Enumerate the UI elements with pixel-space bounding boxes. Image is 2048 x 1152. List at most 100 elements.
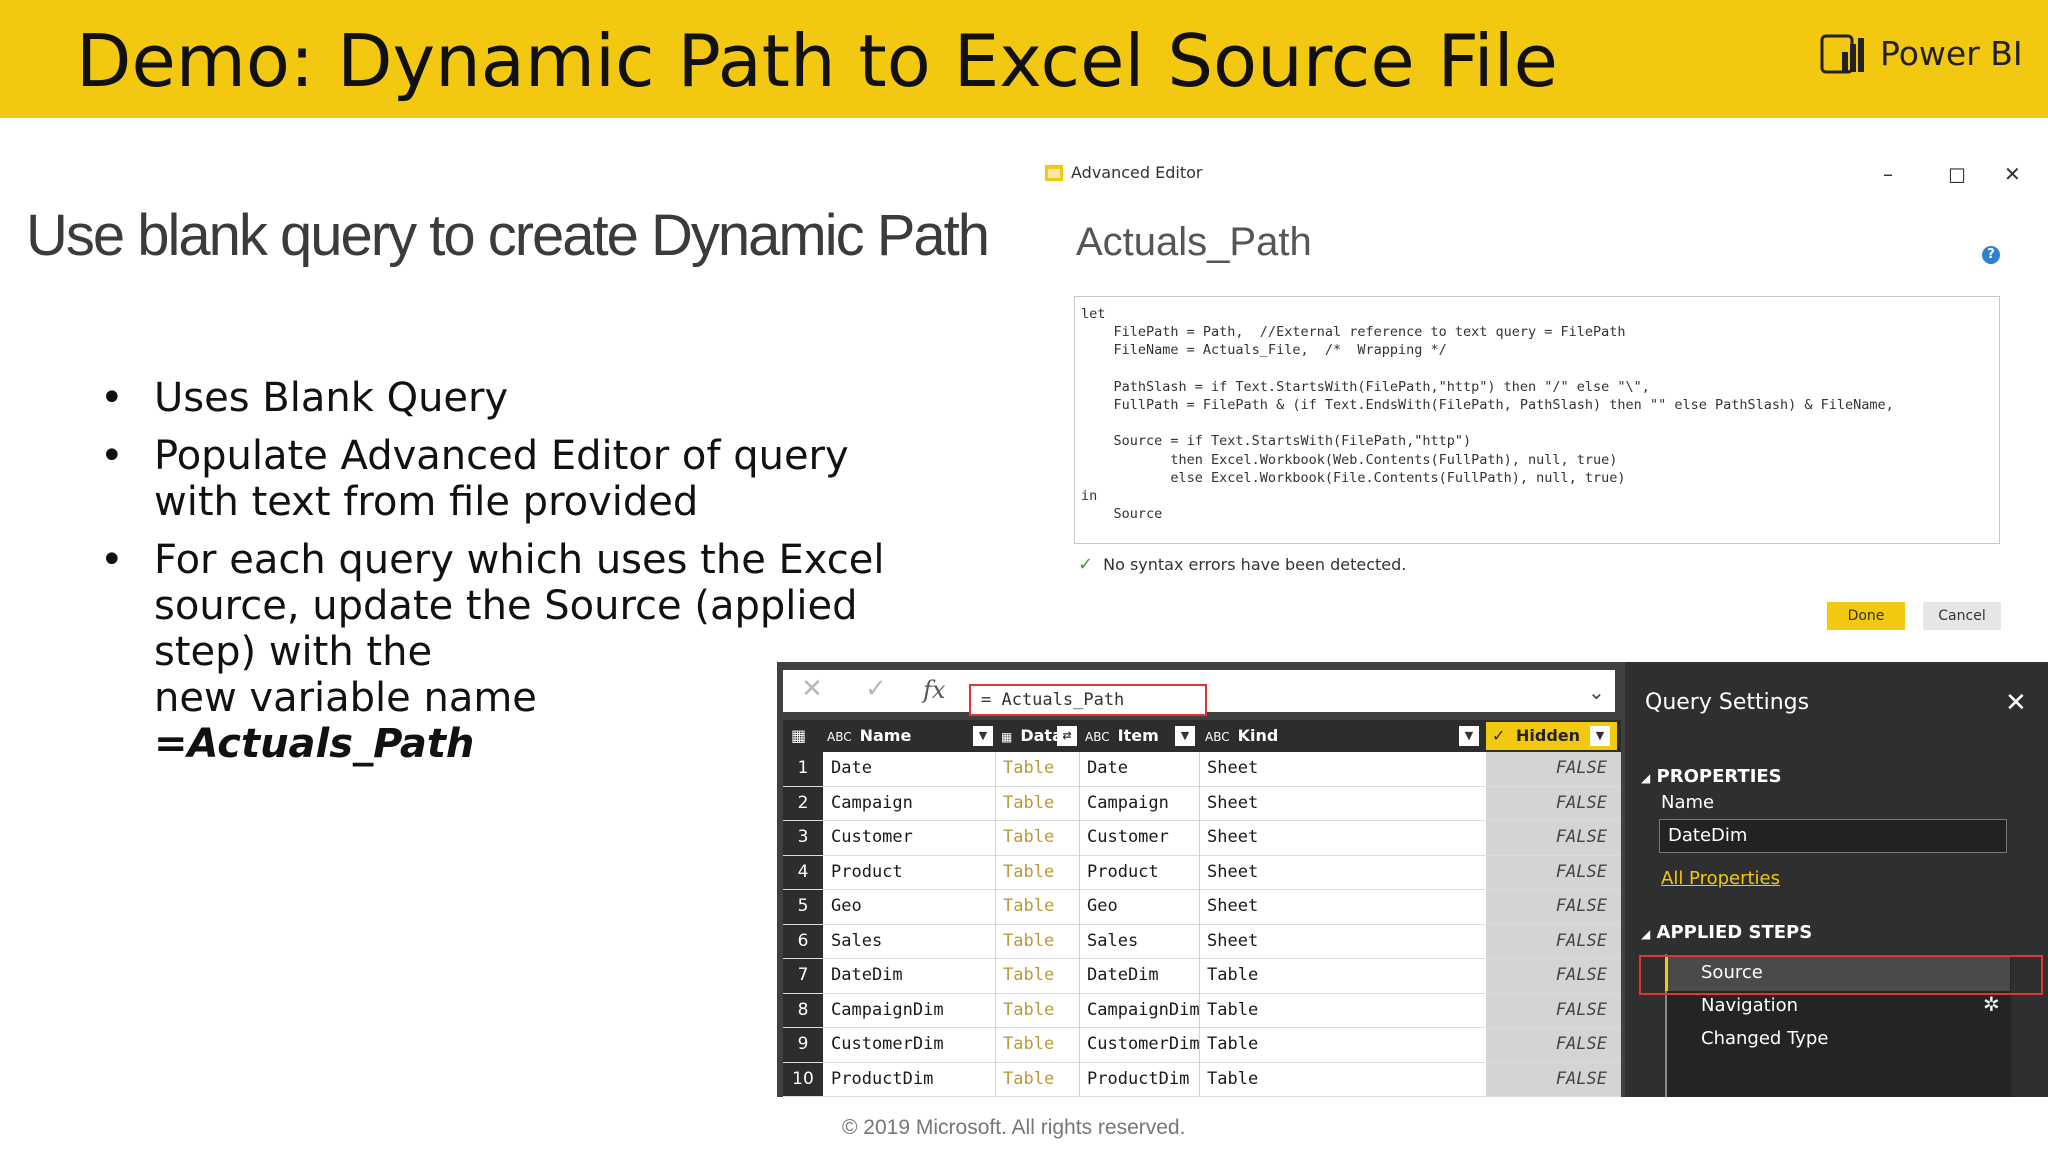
cell-kind[interactable]: Sheet	[1207, 821, 1258, 855]
cell-name[interactable]: Date	[831, 752, 872, 786]
cell-item[interactable]: Date	[1087, 752, 1128, 786]
cell-item[interactable]: Customer	[1087, 821, 1169, 855]
table-row[interactable]: 10 ProductDim Table ProductDim Table FALSE	[783, 1062, 1621, 1097]
formula-input[interactable]: = Actuals_Path	[969, 684, 1207, 716]
row-number[interactable]: 9	[783, 1028, 823, 1062]
query-name-input[interactable]: DateDim	[1659, 819, 2007, 853]
column-header-item[interactable]: ABC Item	[1085, 720, 1159, 752]
table-row[interactable]: 3 Customer Table Customer Sheet FALSE	[783, 821, 1621, 856]
cell-hidden[interactable]: FALSE	[1486, 1062, 1621, 1096]
cell-kind[interactable]: Sheet	[1207, 856, 1258, 890]
cell-item[interactable]: Campaign	[1087, 787, 1169, 821]
minimize-icon[interactable]: –	[1883, 162, 1893, 186]
cell-hidden[interactable]: FALSE	[1486, 821, 1621, 855]
cell-kind[interactable]: Table	[1207, 994, 1258, 1028]
row-number[interactable]: 3	[783, 821, 823, 855]
close-icon[interactable]: ✕	[2004, 162, 2021, 186]
cell-kind[interactable]: Sheet	[1207, 925, 1258, 959]
table-row[interactable]: 7 DateDim Table DateDim Table FALSE	[783, 959, 1621, 994]
row-number[interactable]: 10	[783, 1062, 823, 1096]
table-row[interactable]: 9 CustomerDim Table CustomerDim Table FALSE	[783, 1028, 1621, 1063]
cell-item[interactable]: Product	[1087, 856, 1159, 890]
cell-name[interactable]: Product	[831, 856, 903, 890]
table-menu-icon[interactable]: ▦	[791, 720, 806, 752]
gear-icon[interactable]: ✲	[1983, 992, 2000, 1016]
code-text[interactable]: let FilePath = Path, //External referenc…	[1075, 297, 1999, 531]
row-number[interactable]: 5	[783, 890, 823, 924]
cell-item[interactable]: Sales	[1087, 925, 1138, 959]
cell-name[interactable]: CustomerDim	[831, 1028, 944, 1062]
cell-data[interactable]: Table	[1003, 856, 1054, 890]
cell-hidden[interactable]: FALSE	[1486, 959, 1621, 993]
help-icon[interactable]: ?	[1982, 246, 2000, 264]
done-button[interactable]: Done	[1827, 602, 1905, 630]
cell-data[interactable]: Table	[1003, 821, 1054, 855]
cell-hidden[interactable]: FALSE	[1486, 752, 1621, 786]
cell-item[interactable]: CustomerDim	[1087, 1028, 1200, 1062]
cell-item[interactable]: DateDim	[1087, 959, 1159, 993]
row-number[interactable]: 4	[783, 855, 823, 889]
code-editor[interactable]: let FilePath = Path, //External referenc…	[1074, 296, 2000, 544]
column-header-hidden[interactable]: ✓ Hidden ▼	[1486, 722, 1617, 750]
table-row[interactable]: 5 Geo Table Geo Sheet FALSE	[783, 890, 1621, 925]
cell-item[interactable]: ProductDim	[1087, 1063, 1189, 1097]
filter-dropdown-icon[interactable]: ▼	[1590, 726, 1610, 746]
column-header-name[interactable]: ABC Name	[827, 720, 911, 752]
commit-formula-icon[interactable]: ✓	[865, 674, 887, 704]
cell-data[interactable]: Table	[1003, 925, 1054, 959]
cell-name[interactable]: Customer	[831, 821, 913, 855]
cell-item[interactable]: CampaignDim	[1087, 994, 1200, 1028]
cell-name[interactable]: Campaign	[831, 787, 913, 821]
cell-name[interactable]: DateDim	[831, 959, 903, 993]
expand-icon[interactable]: ⇄	[1057, 726, 1077, 746]
chevron-down-icon[interactable]: ⌄	[1588, 680, 1605, 704]
cell-name[interactable]: CampaignDim	[831, 994, 944, 1028]
table-row[interactable]: 8 CampaignDim Table CampaignDim Table FALSE	[783, 993, 1621, 1028]
maximize-icon[interactable]: ☐	[1948, 164, 1966, 188]
step-changed-type[interactable]: Changed Type	[1701, 1028, 1828, 1049]
cell-kind[interactable]: Sheet	[1207, 787, 1258, 821]
cell-hidden[interactable]: FALSE	[1486, 1028, 1621, 1062]
table-row[interactable]: 2 Campaign Table Campaign Sheet FALSE	[783, 786, 1621, 821]
cell-hidden[interactable]: FALSE	[1486, 890, 1621, 924]
cell-hidden[interactable]: FALSE	[1486, 855, 1621, 889]
all-properties-link[interactable]: All Properties	[1661, 868, 1780, 889]
cell-data[interactable]: Table	[1003, 1063, 1054, 1097]
cell-data[interactable]: Table	[1003, 890, 1054, 924]
cell-data[interactable]: Table	[1003, 994, 1054, 1028]
column-header-data[interactable]: ▦ Data	[1001, 720, 1063, 752]
cell-kind[interactable]: Table	[1207, 959, 1258, 993]
table-row[interactable]: 1 Date Table Date Sheet FALSE	[783, 752, 1621, 787]
cell-kind[interactable]: Sheet	[1207, 890, 1258, 924]
row-number[interactable]: 6	[783, 924, 823, 958]
cell-hidden[interactable]: FALSE	[1486, 786, 1621, 820]
fx-icon[interactable]: fx	[923, 676, 945, 704]
cell-kind[interactable]: Table	[1207, 1063, 1258, 1097]
cell-name[interactable]: ProductDim	[831, 1063, 933, 1097]
applied-steps-section[interactable]: ◢ APPLIED STEPS	[1641, 922, 1812, 943]
cell-hidden[interactable]: FALSE	[1486, 993, 1621, 1027]
row-number[interactable]: 8	[783, 993, 823, 1027]
filter-dropdown-icon[interactable]: ▼	[1459, 726, 1479, 746]
cell-name[interactable]: Geo	[831, 890, 862, 924]
row-number[interactable]: 1	[783, 752, 823, 786]
cell-data[interactable]: Table	[1003, 959, 1054, 993]
cancel-button[interactable]: Cancel	[1923, 602, 2001, 630]
properties-section[interactable]: ◢ PROPERTIES	[1641, 766, 1782, 787]
cell-name[interactable]: Sales	[831, 925, 882, 959]
cell-data[interactable]: Table	[1003, 752, 1054, 786]
step-navigation[interactable]: Navigation	[1701, 995, 1798, 1016]
close-icon[interactable]: ✕	[2005, 688, 2027, 718]
filter-dropdown-icon[interactable]: ▼	[973, 726, 993, 746]
row-number[interactable]: 2	[783, 786, 823, 820]
cell-hidden[interactable]: FALSE	[1486, 924, 1621, 958]
row-number[interactable]: 7	[783, 959, 823, 993]
cell-data[interactable]: Table	[1003, 787, 1054, 821]
column-header-kind[interactable]: ABC Kind	[1205, 720, 1278, 752]
cell-kind[interactable]: Sheet	[1207, 752, 1258, 786]
table-row[interactable]: 4 Product Table Product Sheet FALSE	[783, 855, 1621, 890]
filter-dropdown-icon[interactable]: ▼	[1175, 726, 1195, 746]
cell-data[interactable]: Table	[1003, 1028, 1054, 1062]
cell-kind[interactable]: Table	[1207, 1028, 1258, 1062]
table-row[interactable]: 6 Sales Table Sales Sheet FALSE	[783, 924, 1621, 959]
